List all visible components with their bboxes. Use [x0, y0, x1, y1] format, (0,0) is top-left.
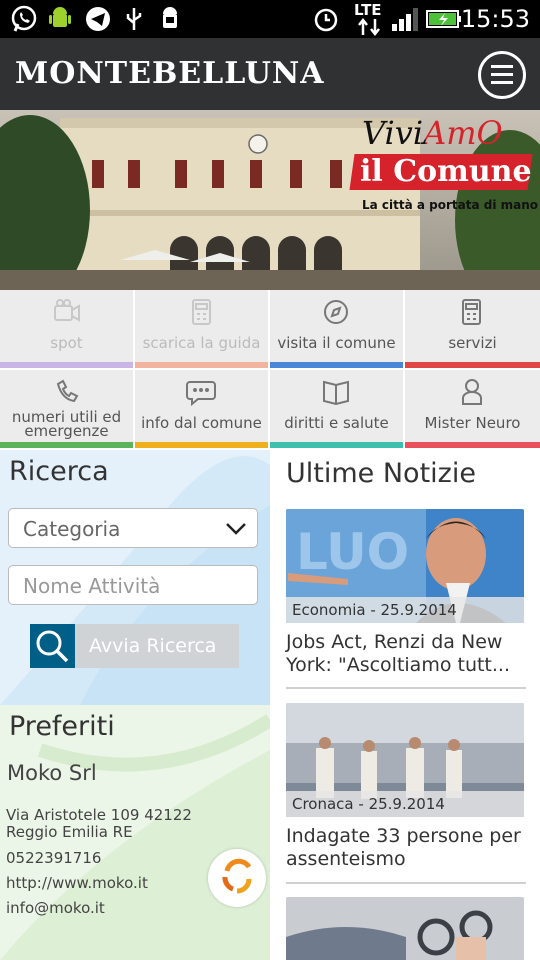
- news-column: Ultime Notizie LUO Economia - 25.9.2014 …: [270, 450, 540, 960]
- news-item-title[interactable]: Indagate 33 persone per assenteismo: [286, 825, 526, 871]
- tile-visita-il-comune[interactable]: visita il comune: [270, 290, 403, 368]
- tile-diritti-e-salute[interactable]: diritti e salute: [270, 370, 403, 448]
- compass-icon: [324, 300, 348, 324]
- search-button-label: Avvia Ricerca: [89, 635, 217, 657]
- tile-label: scarica la guida: [142, 334, 261, 352]
- category-select-value: Categoria: [23, 517, 121, 541]
- tile-color-bar: [0, 442, 133, 448]
- banner-tagline: La città a portata di mano: [362, 198, 539, 212]
- calculator-icon: [462, 299, 481, 325]
- phone-icon: [56, 379, 79, 403]
- news-item-tag: Cronaca - 25.9.2014: [286, 791, 524, 817]
- tile-label: visita il comune: [277, 334, 396, 352]
- tile-color-bar: [405, 362, 540, 368]
- app-title: MONTEBELLUNA: [15, 56, 325, 91]
- tile-scarica-la-guida[interactable]: scarica la guida: [135, 290, 268, 368]
- left-column: Ricerca Categoria Nome Attività Avvia Ri…: [0, 450, 270, 960]
- whatsapp-icon: [11, 5, 37, 32]
- book-icon: [323, 380, 349, 406]
- news-divider: [286, 687, 526, 689]
- search-button[interactable]: Avvia Ricerca: [30, 624, 239, 668]
- tile-label: Mister Neuro: [424, 414, 521, 432]
- telegram-icon: [86, 7, 110, 31]
- favorite-website[interactable]: http://www.moko.it: [6, 874, 148, 892]
- banner-viviamo: ViviAmO: [362, 114, 503, 152]
- signal-icon: [392, 8, 418, 31]
- news-item-title[interactable]: Jobs Act, Renzi da New York: "Ascoltiamo…: [286, 631, 526, 677]
- favorite-name: Moko Srl: [7, 761, 97, 785]
- category-select[interactable]: Categoria: [8, 508, 258, 548]
- search-title: Ricerca: [9, 456, 109, 487]
- tile-label: info dal comune: [141, 414, 262, 432]
- favorite-email[interactable]: info@moko.it: [6, 899, 105, 917]
- moko-logo-icon: [222, 858, 252, 894]
- tile-label: spot: [50, 334, 83, 352]
- favorite-address: Via Aristotele 109 42122 Reggio Emilia R…: [6, 806, 192, 841]
- usb-icon: [126, 8, 142, 30]
- app-header: MONTEBELLUNA: [0, 38, 540, 110]
- news-divider: [286, 882, 526, 884]
- camera-icon: [54, 299, 80, 322]
- tile-color-bar: [270, 362, 403, 368]
- business-name-placeholder: Nome Attività: [23, 574, 161, 598]
- android-icon: [49, 7, 71, 27]
- menu-button[interactable]: [478, 51, 526, 99]
- hamburger-icon: [491, 65, 513, 68]
- battery-icon: [426, 10, 461, 28]
- banner-il-comune-text: il Comune: [360, 154, 532, 189]
- news-item-tag: Economia - 25.9.2014: [286, 597, 524, 623]
- news-photo-handcuffs: [286, 897, 524, 960]
- favorite-logo[interactable]: [208, 849, 266, 907]
- data-arrows-icon: [358, 18, 380, 36]
- tile-mister-neuro[interactable]: Mister Neuro: [405, 370, 540, 448]
- tile-label: servizi: [448, 334, 497, 352]
- chat-icon: [186, 381, 216, 406]
- tile-color-bar: [405, 442, 540, 448]
- chevron-down-icon: [226, 523, 246, 535]
- tile-numeri-utili[interactable]: numeri utili ed emergenze: [0, 370, 133, 448]
- tile-servizi[interactable]: servizi: [405, 290, 540, 368]
- svg-text:LUO: LUO: [296, 523, 409, 581]
- tile-color-bar: [135, 362, 268, 368]
- search-icon: [30, 624, 75, 668]
- clock: 15:53: [460, 5, 530, 33]
- tile-color-bar: [135, 442, 268, 448]
- status-bar: LTE 15:53: [0, 0, 540, 38]
- hero-banner: ViviAmO il Comune La città a portata di …: [0, 110, 540, 290]
- tile-color-bar: [0, 362, 133, 368]
- tile-color-bar: [270, 442, 403, 448]
- network-type: LTE: [354, 1, 382, 19]
- tile-label: diritti e salute: [284, 414, 389, 432]
- tile-info-dal-comune[interactable]: info dal comune: [135, 370, 268, 448]
- tile-spot[interactable]: spot: [0, 290, 133, 368]
- alarm-icon: [314, 8, 338, 32]
- category-grid: spot scarica la guida visita il comune s…: [0, 290, 540, 450]
- news-title: Ultime Notizie: [286, 458, 476, 489]
- calculator-icon: [192, 299, 211, 325]
- business-name-input[interactable]: Nome Attività: [8, 565, 258, 605]
- favorites-title: Preferiti: [9, 711, 115, 742]
- person-icon: [462, 379, 482, 405]
- favorite-phone[interactable]: 0522391716: [6, 849, 101, 867]
- tile-label: numeri utili ed emergenze: [11, 408, 122, 440]
- android-debug-icon: [163, 7, 177, 28]
- news-item-image[interactable]: Cronaca - 25.9.2014: [286, 703, 524, 817]
- news-item-image[interactable]: LUO Economia - 25.9.2014: [286, 509, 524, 623]
- news-item-image[interactable]: [286, 897, 524, 960]
